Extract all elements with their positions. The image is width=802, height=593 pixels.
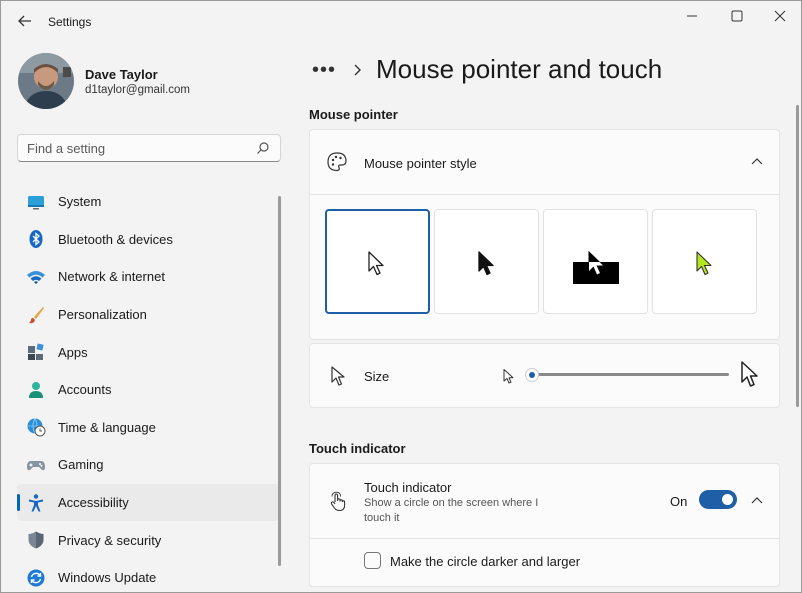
sidebar-item-windows-update[interactable]: Windows Update — [17, 559, 279, 592]
settings-window: Settings Dave Taylor d1taylor@gmail.com — [0, 0, 802, 593]
darker-circle-checkbox[interactable] — [364, 552, 381, 569]
sidebar-item-label: Windows Update — [58, 570, 157, 586]
back-arrow-icon[interactable] — [15, 11, 35, 31]
divider — [310, 194, 779, 195]
sidebar-item-personalization[interactable]: Personalization — [17, 296, 279, 334]
main-scrollbar[interactable] — [796, 105, 799, 407]
maximize-icon[interactable] — [722, 6, 752, 26]
sidebar-nav: System Bluetooth & devices Network & int… — [17, 183, 279, 592]
sidebar-item-apps[interactable]: Apps — [17, 333, 279, 371]
custom-color-pointer-icon — [696, 251, 712, 276]
sidebar-scrollbar[interactable] — [278, 196, 281, 566]
sidebar-item-accessibility[interactable]: Accessibility — [17, 483, 279, 522]
section-title-mouse-pointer: Mouse pointer — [309, 107, 398, 122]
size-label: Size — [364, 369, 390, 384]
touch-indicator-description-line1: Show a circle on the screen where I — [364, 497, 539, 509]
app-title: Settings — [48, 15, 92, 29]
pointer-style-white-option[interactable] — [325, 209, 430, 314]
inverted-pointer-icon — [573, 250, 619, 284]
accessibility-icon — [26, 493, 46, 513]
wifi-icon — [26, 267, 46, 287]
sidebar-item-gaming[interactable]: Gaming — [17, 446, 279, 484]
sidebar-item-label: Personalization — [58, 307, 147, 323]
sidebar-item-privacy-security[interactable]: Privacy & security — [17, 521, 279, 559]
search-box — [17, 134, 281, 162]
divider — [310, 538, 779, 539]
white-pointer-icon — [368, 251, 384, 276]
sidebar-item-bluetooth[interactable]: Bluetooth & devices — [17, 221, 279, 259]
touch-hand-icon — [330, 491, 346, 512]
sidebar-item-label: Accessibility — [58, 495, 129, 511]
darker-circle-label: Make the circle darker and larger — [390, 554, 581, 569]
sidebar-item-network[interactable]: Network & internet — [17, 258, 279, 296]
user-email: d1taylor@gmail.com — [85, 84, 190, 96]
pointer-style-inverted-option[interactable] — [543, 209, 648, 314]
gamepad-icon — [26, 455, 46, 475]
touch-indicator-description-line2: touch it — [364, 512, 400, 524]
sidebar-item-time-language[interactable]: Time & language — [17, 409, 279, 447]
apps-icon — [26, 342, 46, 362]
size-slider-track[interactable] — [531, 373, 729, 376]
sidebar-item-label: System — [58, 194, 102, 210]
title-bar: Settings — [1, 1, 801, 43]
section-title-touch-indicator: Touch indicator — [309, 441, 406, 456]
accounts-icon — [26, 380, 46, 400]
user-name: Dave Taylor — [85, 67, 158, 82]
pointer-style-black-option[interactable] — [434, 209, 539, 314]
search-input[interactable] — [27, 139, 247, 157]
avatar[interactable] — [18, 53, 74, 109]
sidebar-item-accounts[interactable]: Accounts — [17, 371, 279, 409]
globe-clock-icon — [26, 417, 46, 437]
touch-indicator-label: Touch indicator — [364, 480, 452, 495]
large-pointer-icon — [741, 361, 758, 387]
sidebar-item-label: Apps — [58, 344, 88, 360]
small-pointer-icon — [503, 369, 514, 384]
bluetooth-icon — [26, 229, 46, 249]
sidebar-item-label: Network & internet — [58, 269, 165, 285]
sidebar-item-label: Privacy & security — [58, 532, 162, 548]
shield-icon — [26, 530, 46, 550]
pointer-style-label: Mouse pointer style — [364, 156, 477, 171]
touch-indicator-toggle[interactable] — [699, 490, 737, 509]
chevron-right-icon — [354, 64, 361, 76]
search-icon[interactable] — [256, 141, 270, 155]
update-icon — [26, 568, 46, 588]
sidebar-item-label: Bluetooth & devices — [58, 231, 173, 247]
breadcrumb-more-button[interactable]: ••• — [312, 59, 336, 82]
pointer-style-custom-option[interactable] — [652, 209, 757, 314]
sidebar-item-label: Accounts — [58, 382, 112, 398]
brush-icon — [26, 305, 46, 325]
page-title: Mouse pointer and touch — [376, 54, 663, 84]
sidebar-item-system[interactable]: System — [17, 183, 279, 221]
pointer-icon — [331, 366, 345, 386]
close-icon[interactable] — [765, 6, 795, 26]
sidebar-item-label: Gaming — [58, 457, 104, 473]
minimize-icon[interactable] — [677, 6, 707, 26]
sidebar-item-label: Time & language — [58, 419, 156, 435]
toggle-state-label: On — [670, 494, 688, 509]
size-slider-thumb[interactable] — [525, 368, 539, 382]
pointer-style-card: Mouse pointer style — [309, 129, 780, 340]
system-icon — [26, 192, 46, 212]
black-pointer-icon — [478, 251, 494, 276]
palette-icon — [327, 152, 347, 172]
chevron-up-icon[interactable] — [750, 155, 764, 169]
chevron-up-icon[interactable] — [750, 494, 764, 508]
